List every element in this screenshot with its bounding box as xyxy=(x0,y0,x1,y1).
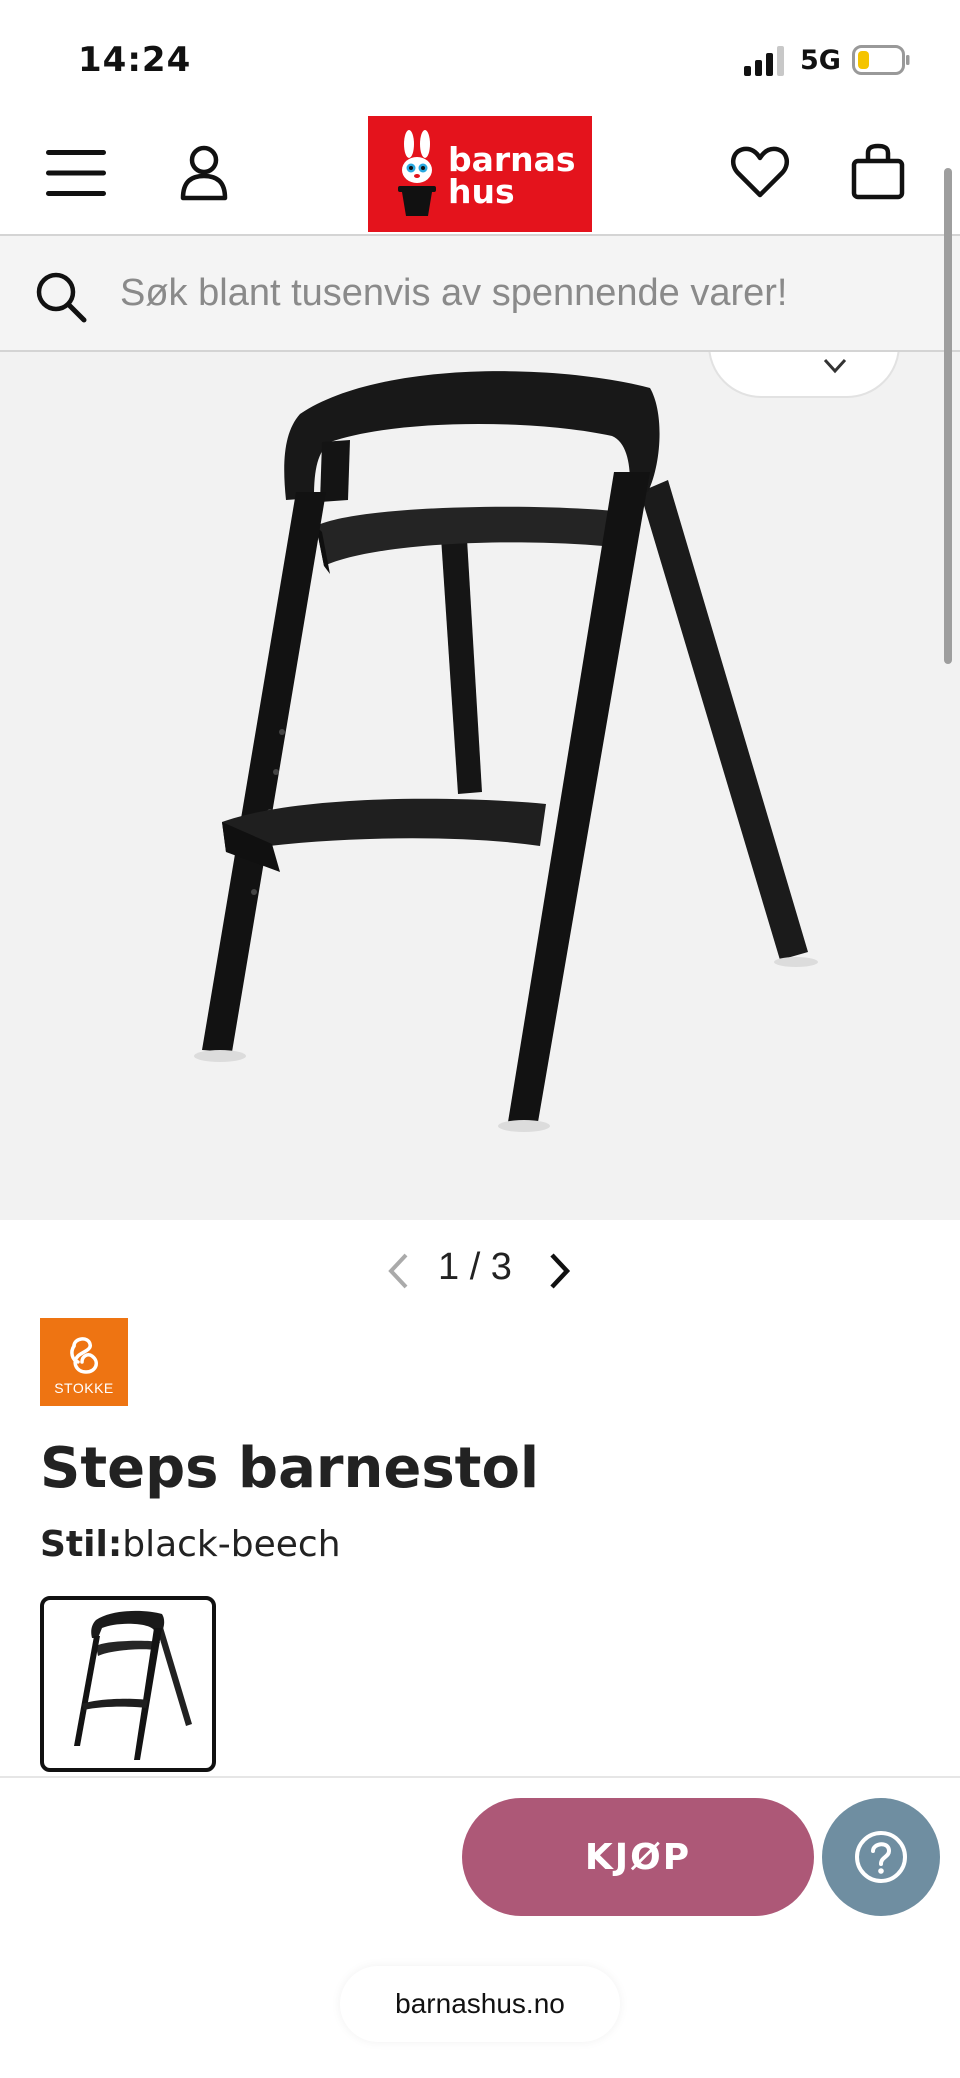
style-value: black-beech xyxy=(122,1524,341,1565)
site-logo[interactable]: barnas hus xyxy=(368,116,592,232)
product-title: Steps barnestol xyxy=(40,1436,540,1501)
network-type: 5G xyxy=(800,45,841,76)
heart-icon xyxy=(730,146,790,198)
hamburger-menu-icon xyxy=(46,150,106,196)
logo-text: barnas hus xyxy=(448,140,576,211)
status-bar: 14:24 5G xyxy=(0,0,960,112)
user-icon xyxy=(180,145,228,201)
battery-icon xyxy=(852,45,910,75)
account-button[interactable] xyxy=(168,134,240,212)
product-style: Stil:black-beech xyxy=(40,1524,341,1565)
search-icon[interactable] xyxy=(34,270,88,324)
page-scrollbar[interactable] xyxy=(944,168,952,664)
high-chair-illustration xyxy=(194,371,818,1132)
bottom-bar-divider xyxy=(0,1776,960,1778)
help-button[interactable] xyxy=(822,1798,940,1916)
pager-count: 1 / 3 xyxy=(438,1246,512,1288)
menu-button[interactable] xyxy=(36,140,116,206)
shopping-bag-icon xyxy=(851,143,905,200)
signal-icon xyxy=(744,46,784,76)
brand-logo[interactable]: STOKKE xyxy=(40,1318,128,1406)
rabbit-in-hat-icon xyxy=(398,130,436,216)
question-mark-icon xyxy=(855,1831,907,1883)
search-input[interactable] xyxy=(120,258,940,328)
chevron-right-icon[interactable] xyxy=(548,1252,572,1290)
buy-button[interactable]: KJØP xyxy=(462,1798,814,1916)
variant-thumbnail[interactable] xyxy=(40,1596,216,1772)
stokke-logo-icon xyxy=(70,1337,98,1374)
chevron-left-icon[interactable] xyxy=(386,1252,410,1290)
app-root: 14:24 5G barnas hus Søk blant tusenvis a… xyxy=(0,0,960,2078)
site-header: barnas hus xyxy=(0,112,960,234)
product-image[interactable] xyxy=(0,352,960,1220)
wishlist-button[interactable] xyxy=(724,136,796,208)
browser-url-bar[interactable]: barnashus.no xyxy=(340,1966,620,2042)
high-chair-thumbnail xyxy=(74,1610,192,1760)
gallery-pager: 1 / 3 xyxy=(376,1240,586,1300)
search-bar xyxy=(0,234,960,352)
style-label: Stil: xyxy=(40,1524,123,1565)
cart-button[interactable] xyxy=(842,134,914,210)
brand-name: STOKKE xyxy=(54,1380,114,1396)
status-time: 14:24 xyxy=(78,40,192,80)
